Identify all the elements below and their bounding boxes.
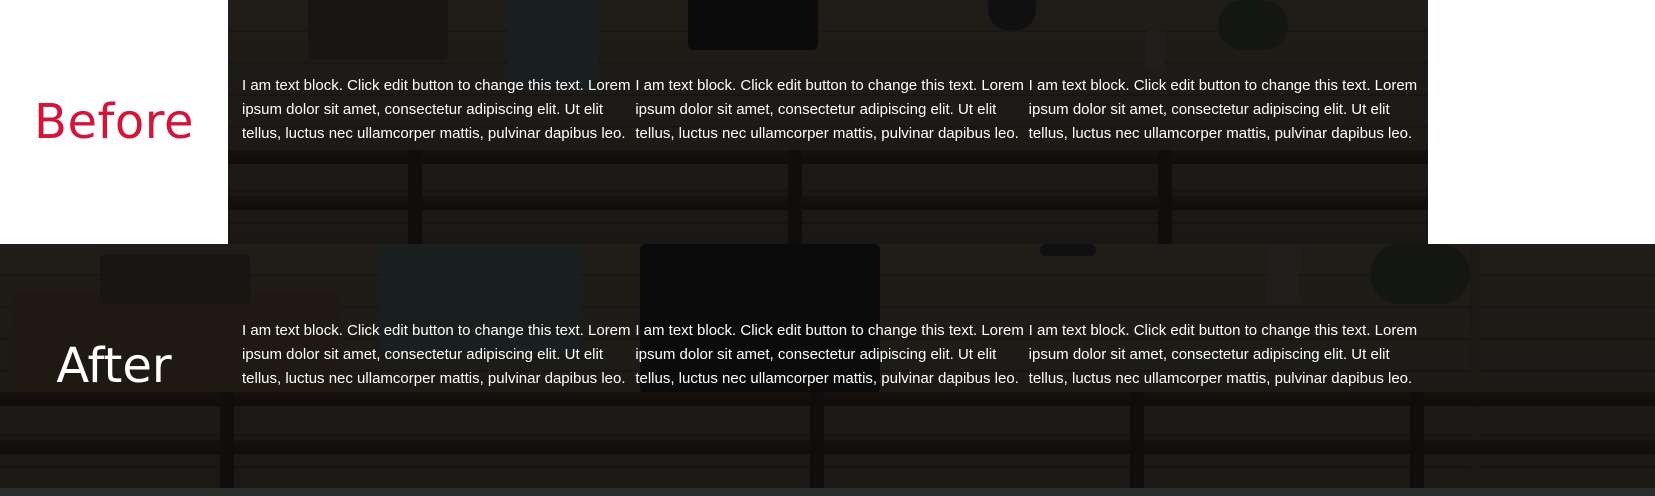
coat-shape <box>688 0 818 50</box>
bottle-shape <box>1146 30 1164 70</box>
before-label-text: Before <box>34 94 194 150</box>
text-block: I am text block. Click edit button to ch… <box>635 319 1028 391</box>
plant-shape <box>1370 244 1470 304</box>
door-frame-shape <box>1470 244 1480 496</box>
shelf-bottom <box>228 196 1428 210</box>
text-block: I am text block. Click edit button to ch… <box>1029 319 1422 391</box>
after-text-columns: I am text block. Click edit button to ch… <box>242 319 1422 391</box>
shelf-bottom <box>0 440 1655 454</box>
shelf-top <box>228 150 1428 164</box>
bottle-shape <box>1268 244 1298 304</box>
text-block: I am text block. Click edit button to ch… <box>242 74 635 146</box>
text-block-content: I am text block. Click edit button to ch… <box>242 322 631 387</box>
text-block-content: I am text block. Click edit button to ch… <box>1028 322 1418 387</box>
text-block-content: I am text block. Click edit button to ch… <box>242 77 631 142</box>
text-block: I am text block. Click edit button to ch… <box>242 319 635 391</box>
shelf-leg <box>810 392 824 496</box>
shelf-leg <box>788 150 802 244</box>
shelf-leg <box>1158 150 1172 244</box>
text-block-content: I am text block. Click edit button to ch… <box>1028 77 1418 142</box>
text-block: I am text block. Click edit button to ch… <box>635 74 1028 146</box>
shelf-leg <box>1130 392 1144 496</box>
before-heading: Before <box>0 0 228 244</box>
shelf-leg <box>1410 392 1424 496</box>
plant-shape <box>1218 0 1288 50</box>
after-label-text: After <box>56 338 172 394</box>
text-block-content: I am text block. Click edit button to ch… <box>635 77 1024 142</box>
backpack-shape <box>308 0 448 60</box>
mirror-shape <box>1040 244 1096 256</box>
after-heading: After <box>0 244 228 488</box>
shelf-top <box>0 392 1655 406</box>
before-text-columns: I am text block. Click edit button to ch… <box>242 74 1422 146</box>
comparison-page: Before I am text block. Click edit butto… <box>0 0 1655 496</box>
mirror-shape <box>988 0 1036 30</box>
shelf-leg <box>408 150 422 244</box>
text-block: I am text block. Click edit button to ch… <box>1029 74 1422 146</box>
after-bottom-border <box>0 488 1655 496</box>
text-block-content: I am text block. Click edit button to ch… <box>635 322 1024 387</box>
